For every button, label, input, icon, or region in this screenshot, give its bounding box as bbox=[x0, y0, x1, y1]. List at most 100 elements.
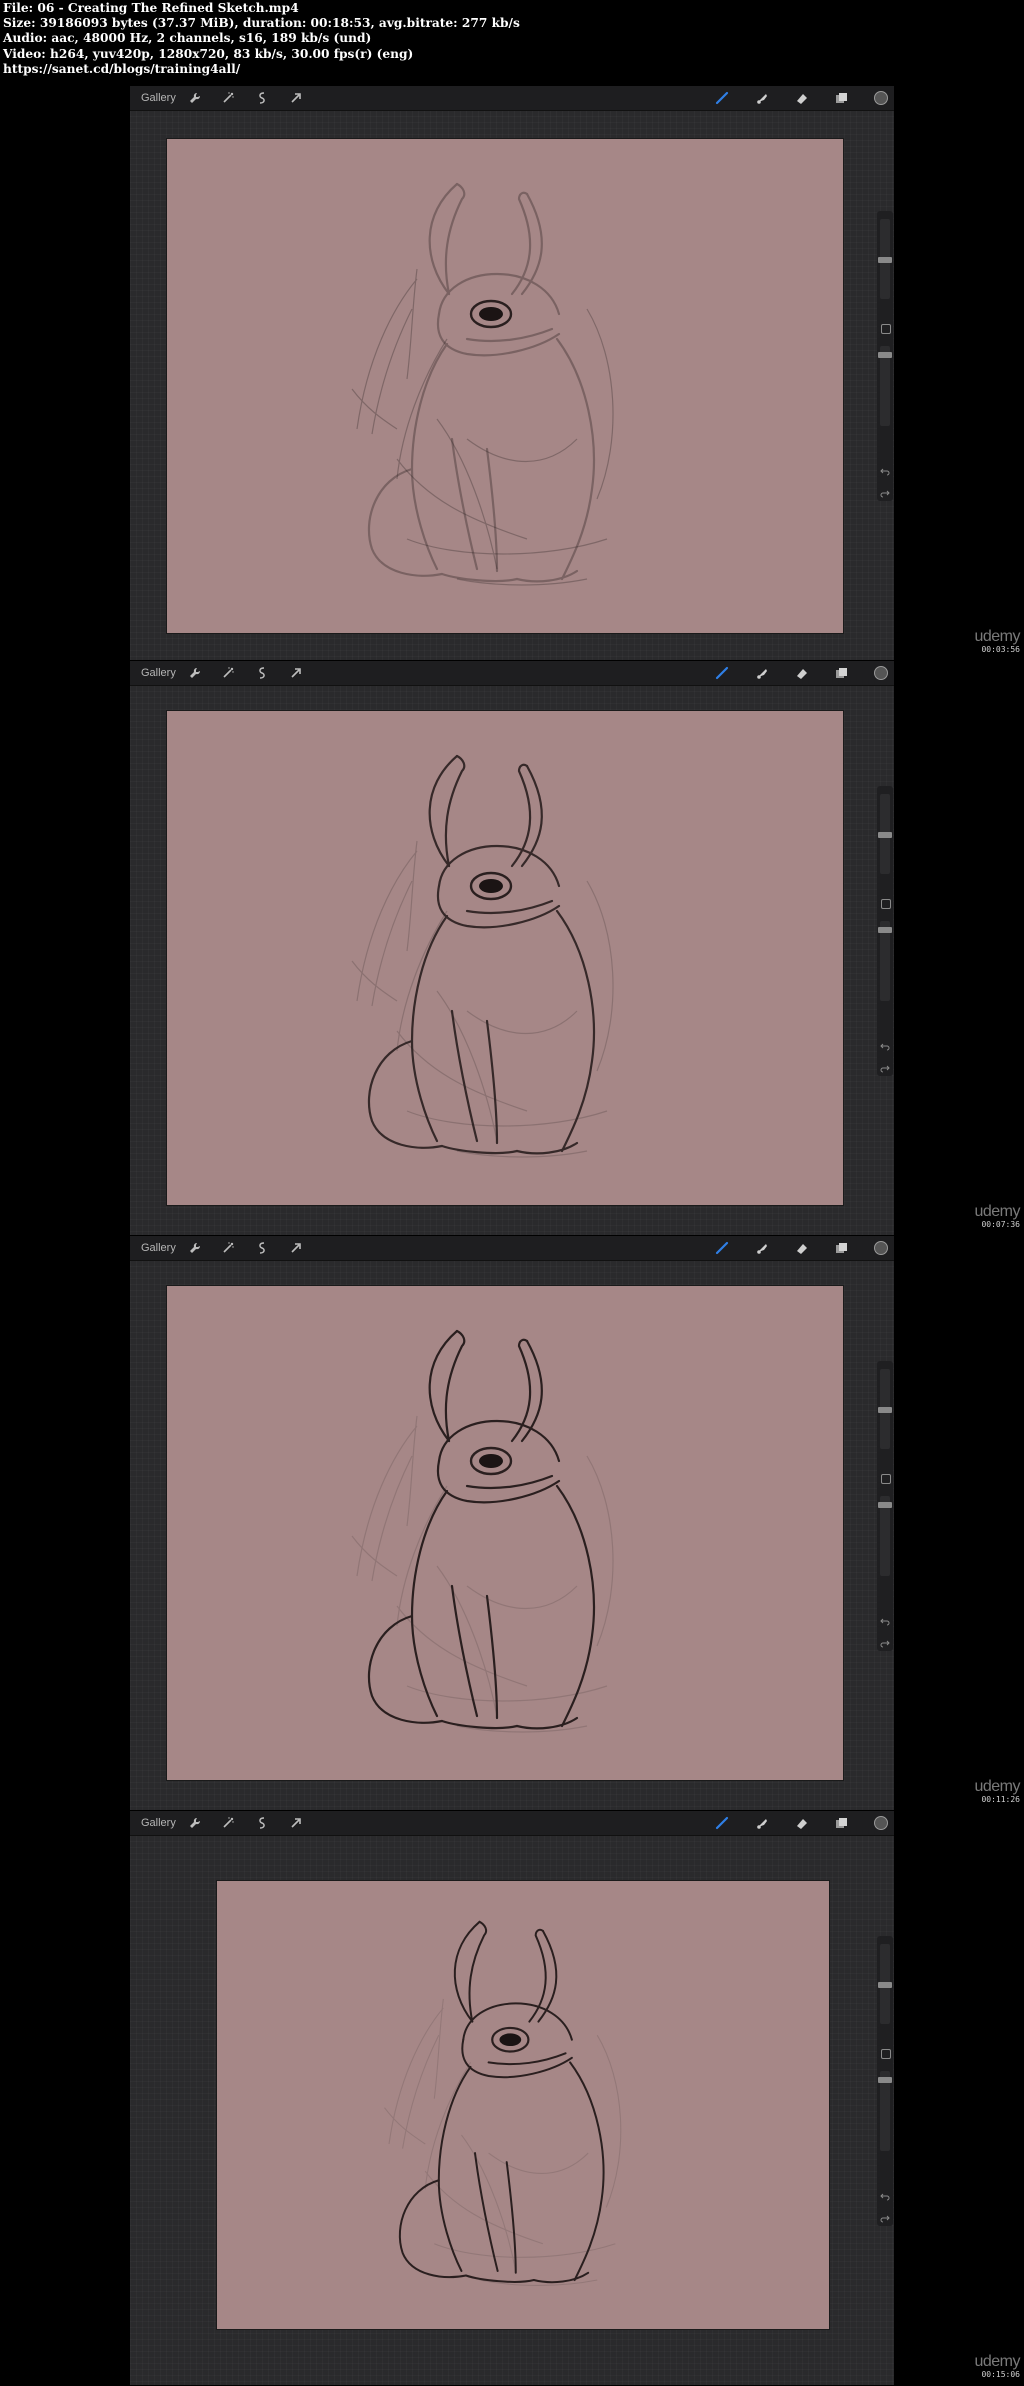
gallery-button[interactable]: Gallery bbox=[141, 1815, 176, 1831]
undo-icon[interactable] bbox=[880, 1611, 890, 1626]
udemy-logo: udemy bbox=[974, 1203, 1020, 1220]
brush-size-thumb[interactable] bbox=[878, 1407, 892, 1413]
brush-sidebar bbox=[877, 786, 893, 1076]
frog-sketch bbox=[351, 182, 614, 586]
gallery-button[interactable]: Gallery bbox=[141, 665, 176, 681]
smudge-icon[interactable] bbox=[754, 1815, 770, 1831]
magic-wand-icon[interactable] bbox=[220, 90, 236, 106]
udemy-watermark: udemy 00:07:36 bbox=[974, 1204, 1020, 1230]
layers-icon[interactable] bbox=[833, 665, 849, 681]
magic-wand-icon[interactable] bbox=[220, 1240, 236, 1256]
wrench-icon[interactable] bbox=[187, 1240, 203, 1256]
modify-button[interactable] bbox=[881, 2049, 891, 2059]
opacity-thumb[interactable] bbox=[878, 927, 892, 933]
file-info-line: Audio: aac, 48000 Hz, 2 channels, s16, 1… bbox=[3, 31, 372, 46]
color-picker-icon[interactable] bbox=[873, 1815, 889, 1831]
brush-sidebar bbox=[877, 1936, 893, 2226]
udemy-logo: udemy bbox=[974, 2353, 1020, 2370]
video-frame: Gallery bbox=[130, 661, 894, 1235]
top-toolbar: Gallery bbox=[130, 1236, 894, 1261]
undo-icon[interactable] bbox=[880, 1036, 890, 1051]
redo-icon[interactable] bbox=[880, 2208, 890, 2223]
udemy-watermark: udemy 00:03:56 bbox=[974, 629, 1020, 655]
transform-arrow-icon[interactable] bbox=[288, 665, 304, 681]
wrench-icon[interactable] bbox=[187, 665, 203, 681]
opacity-thumb[interactable] bbox=[878, 1502, 892, 1508]
magic-wand-icon[interactable] bbox=[220, 1815, 236, 1831]
udemy-watermark: udemy 00:11:26 bbox=[974, 1779, 1020, 1805]
layers-icon[interactable] bbox=[833, 1240, 849, 1256]
redo-icon[interactable] bbox=[880, 483, 890, 498]
video-frame: Gallery bbox=[130, 86, 894, 660]
file-info-line: https://sanet.cd/blogs/training4all/ bbox=[3, 61, 241, 76]
eraser-icon[interactable] bbox=[794, 90, 810, 106]
modify-button[interactable] bbox=[881, 899, 891, 909]
brush-icon[interactable] bbox=[714, 1240, 730, 1256]
udemy-logo: udemy bbox=[974, 1778, 1020, 1795]
drawing-canvas[interactable] bbox=[167, 139, 843, 633]
timestamp: 00:15:06 bbox=[981, 2370, 1020, 2379]
udemy-watermark: udemy 00:15:06 bbox=[974, 2354, 1020, 2380]
layers-icon[interactable] bbox=[833, 90, 849, 106]
gallery-button[interactable]: Gallery bbox=[141, 90, 176, 106]
video-frame: Gallery bbox=[130, 1236, 894, 1810]
smudge-icon[interactable] bbox=[754, 665, 770, 681]
redo-icon[interactable] bbox=[880, 1633, 890, 1648]
file-info-line: Size: 39186093 bytes (37.37 MiB), durati… bbox=[3, 16, 520, 31]
magic-wand-icon[interactable] bbox=[220, 665, 236, 681]
udemy-logo: udemy bbox=[974, 628, 1020, 645]
brush-sidebar bbox=[877, 211, 893, 501]
wrench-icon[interactable] bbox=[187, 1815, 203, 1831]
opacity-slider[interactable] bbox=[880, 1496, 890, 1576]
drawing-canvas[interactable] bbox=[167, 1286, 843, 1780]
drawing-canvas[interactable] bbox=[167, 711, 843, 1205]
timestamp: 00:11:26 bbox=[981, 1795, 1020, 1804]
top-toolbar: Gallery bbox=[130, 1811, 894, 1836]
timestamp: 00:03:56 bbox=[981, 645, 1020, 654]
selection-icon[interactable] bbox=[254, 90, 270, 106]
brush-icon[interactable] bbox=[714, 1815, 730, 1831]
video-frame: Gallery bbox=[130, 1811, 894, 2385]
brush-size-thumb[interactable] bbox=[878, 1982, 892, 1988]
opacity-slider[interactable] bbox=[880, 2071, 890, 2151]
modify-button[interactable] bbox=[881, 324, 891, 334]
modify-button[interactable] bbox=[881, 1474, 891, 1484]
brush-sidebar bbox=[877, 1361, 893, 1651]
top-toolbar: Gallery bbox=[130, 661, 894, 686]
opacity-thumb[interactable] bbox=[878, 352, 892, 358]
top-toolbar: Gallery bbox=[130, 86, 894, 111]
file-info-line: File: 06 - Creating The Refined Sketch.m… bbox=[3, 1, 299, 15]
color-picker-icon[interactable] bbox=[873, 665, 889, 681]
brush-size-thumb[interactable] bbox=[878, 832, 892, 838]
frog-sketch bbox=[351, 754, 614, 1158]
smudge-icon[interactable] bbox=[754, 1240, 770, 1256]
opacity-slider[interactable] bbox=[880, 921, 890, 1001]
selection-icon[interactable] bbox=[254, 665, 270, 681]
brush-icon[interactable] bbox=[714, 665, 730, 681]
drawing-canvas[interactable] bbox=[217, 1881, 829, 2329]
frog-sketch bbox=[384, 1920, 622, 2286]
brush-size-thumb[interactable] bbox=[878, 257, 892, 263]
undo-icon[interactable] bbox=[880, 461, 890, 476]
color-picker-icon[interactable] bbox=[873, 1240, 889, 1256]
opacity-slider[interactable] bbox=[880, 346, 890, 426]
undo-icon[interactable] bbox=[880, 2186, 890, 2201]
selection-icon[interactable] bbox=[254, 1240, 270, 1256]
smudge-icon[interactable] bbox=[754, 90, 770, 106]
color-picker-icon[interactable] bbox=[873, 90, 889, 106]
eraser-icon[interactable] bbox=[794, 1815, 810, 1831]
selection-icon[interactable] bbox=[254, 1815, 270, 1831]
timestamp: 00:07:36 bbox=[981, 1220, 1020, 1229]
eraser-icon[interactable] bbox=[794, 1240, 810, 1256]
transform-arrow-icon[interactable] bbox=[288, 1240, 304, 1256]
transform-arrow-icon[interactable] bbox=[288, 90, 304, 106]
file-info-line: Video: h264, yuv420p, 1280x720, 83 kb/s,… bbox=[3, 46, 414, 61]
gallery-button[interactable]: Gallery bbox=[141, 1240, 176, 1256]
redo-icon[interactable] bbox=[880, 1058, 890, 1073]
transform-arrow-icon[interactable] bbox=[288, 1815, 304, 1831]
opacity-thumb[interactable] bbox=[878, 2077, 892, 2083]
brush-icon[interactable] bbox=[714, 90, 730, 106]
eraser-icon[interactable] bbox=[794, 665, 810, 681]
layers-icon[interactable] bbox=[833, 1815, 849, 1831]
wrench-icon[interactable] bbox=[187, 90, 203, 106]
